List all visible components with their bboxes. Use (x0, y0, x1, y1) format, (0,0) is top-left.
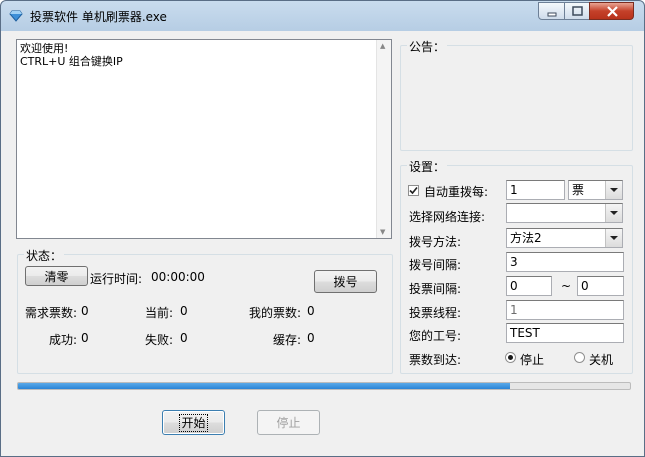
auto-redial-input[interactable]: 1 (506, 180, 565, 200)
auto-redial-unit-value: 票 (572, 183, 585, 197)
threads-label: 投票线程: (409, 306, 462, 320)
cache-value: 0 (307, 331, 315, 345)
scroll-up-icon[interactable]: ▲ (380, 42, 385, 50)
required-votes-label: 需求票数: (25, 306, 78, 320)
dial-method-label: 拨号方法: (409, 235, 462, 249)
log-textarea[interactable]: 欢迎使用! CTRL+U 组合键换IP ▲ ▼ (16, 39, 392, 239)
runtime-label: 运行时间: (90, 272, 143, 286)
network-select[interactable] (506, 203, 623, 223)
shutdown-radio-label: 关机 (589, 353, 614, 367)
current-label: 当前: (145, 306, 174, 320)
window-title: 投票软件 单机刷票器.exe (30, 10, 167, 24)
required-votes-value: 0 (81, 304, 89, 318)
success-label: 成功: (49, 333, 78, 347)
threads-input[interactable]: 1 (506, 300, 624, 320)
vote-interval-max-input[interactable]: 0 (577, 276, 624, 296)
announcement-label: 公告： (407, 38, 448, 55)
stop-radio-label: 停止 (520, 353, 545, 367)
minimize-icon (547, 12, 557, 17)
progress-fill (18, 383, 511, 389)
log-text: 欢迎使用! CTRL+U 组合键换IP (20, 42, 123, 68)
chevron-down-icon[interactable] (605, 204, 622, 222)
network-label: 选择网络连接: (409, 210, 486, 224)
clear-button[interactable]: 清零 (25, 266, 88, 286)
diamond-app-icon (9, 10, 23, 22)
worker-id-label: 您的工号: (409, 329, 462, 343)
cache-label: 缓存: (273, 333, 302, 347)
auto-redial-checkbox[interactable] (408, 185, 419, 196)
my-votes-value: 0 (307, 304, 315, 318)
chevron-down-icon[interactable] (605, 181, 622, 199)
close-button[interactable] (589, 2, 634, 20)
chevron-down-icon[interactable] (605, 229, 622, 247)
shutdown-radio[interactable] (574, 352, 585, 363)
dial-interval-label: 拨号间隔: (409, 258, 462, 272)
current-value: 0 (180, 304, 188, 318)
settings-label: 设置： (407, 158, 448, 175)
dial-button[interactable]: 拨号 (314, 270, 377, 293)
fail-value: 0 (180, 331, 188, 345)
minimize-button[interactable] (538, 2, 565, 20)
progress-bar (17, 382, 631, 390)
stop-button[interactable]: 停止 (257, 410, 320, 435)
vote-interval-separator: ~ (561, 279, 572, 293)
close-icon (607, 6, 618, 17)
checkmark-icon (409, 186, 418, 195)
worker-id-input[interactable]: TEST (506, 323, 624, 343)
auto-redial-label: 自动重拨每: (424, 185, 489, 199)
my-votes-label: 我的票数: (249, 306, 302, 320)
on-reach-label: 票数到达: (409, 353, 462, 367)
app-window: 投票软件 单机刷票器.exe 欢迎使用! CTRL+U 组合键换IP ▲ ▼ 公… (0, 0, 645, 457)
dial-interval-input[interactable]: 3 (506, 252, 624, 272)
start-button[interactable]: 开始 (162, 410, 225, 435)
scroll-down-icon[interactable]: ▼ (380, 228, 385, 236)
runtime-value: 00:00:00 (151, 270, 205, 284)
title-bar[interactable]: 投票软件 单机刷票器.exe (1, 1, 644, 31)
dial-method-value: 方法2 (510, 231, 542, 245)
success-value: 0 (81, 331, 89, 345)
maximize-icon (572, 6, 583, 16)
status-label: 状态： (24, 247, 65, 264)
fail-label: 失败: (145, 333, 174, 347)
announcement-group: 公告： (400, 38, 633, 151)
stop-radio[interactable] (505, 352, 516, 363)
dial-method-select[interactable]: 方法2 (506, 228, 623, 248)
log-scrollbar[interactable]: ▲ ▼ (376, 40, 391, 238)
maximize-button[interactable] (564, 2, 590, 20)
vote-interval-min-input[interactable]: 0 (506, 276, 552, 296)
auto-redial-unit-select[interactable]: 票 (568, 180, 623, 200)
vote-interval-label: 投票间隔: (409, 282, 462, 296)
